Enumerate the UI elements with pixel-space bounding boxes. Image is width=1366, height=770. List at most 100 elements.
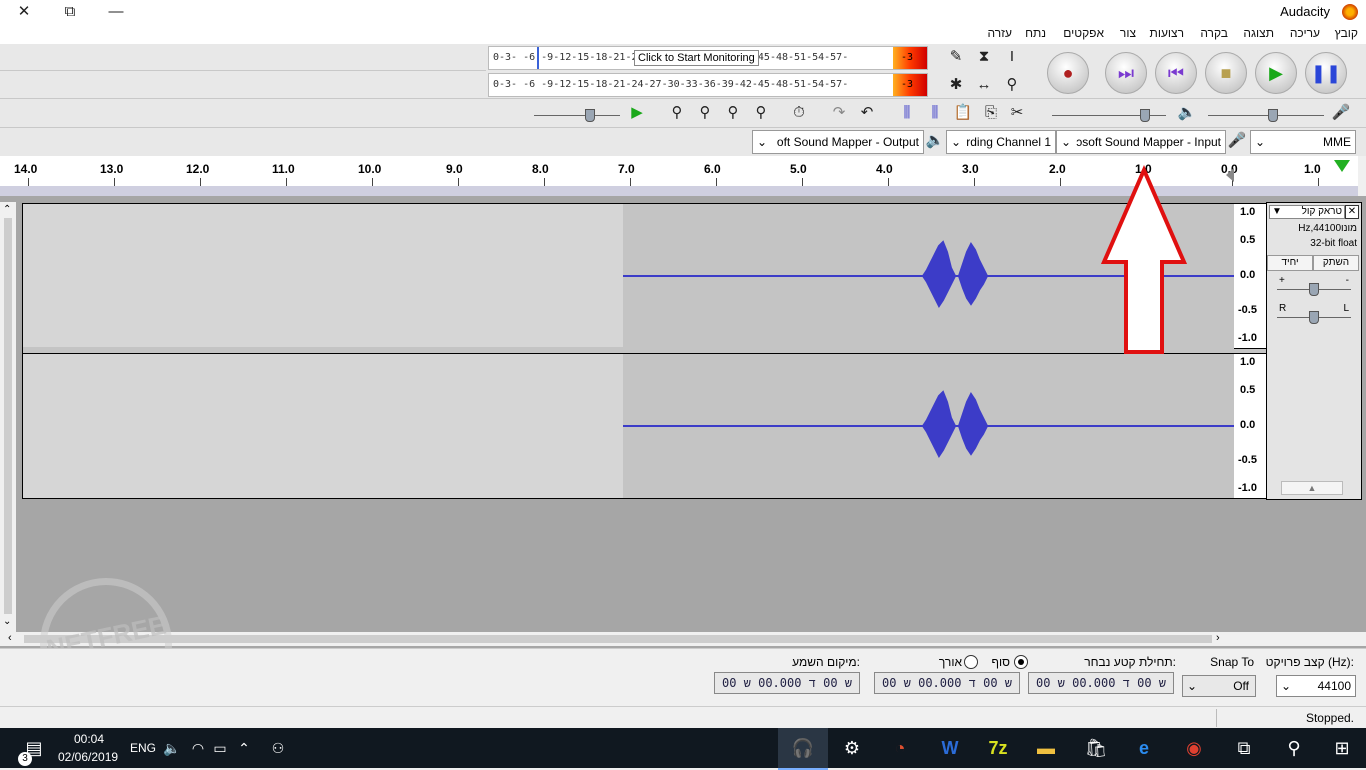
vertical-scroll-thumb[interactable]	[4, 218, 12, 614]
show-hidden-icons-icon[interactable]: ⌃	[230, 734, 258, 762]
menu-file[interactable]: קובץ	[1335, 26, 1358, 40]
length-option-label: אורך	[938, 655, 962, 669]
chrome-icon[interactable]: ◉	[1180, 734, 1208, 762]
close-track-icon[interactable]: ✕	[1345, 205, 1359, 219]
play-button[interactable]: ▶	[1255, 52, 1297, 94]
speaker-icon: 🔈	[925, 132, 945, 149]
fit-project-icon[interactable]: ⚲	[694, 102, 716, 124]
volume-icon[interactable]: 🔈	[158, 734, 186, 762]
solo-button[interactable]: יחיד	[1267, 255, 1313, 271]
silence-audio-icon[interactable]: ⫼	[896, 102, 918, 124]
taskbar-time[interactable]: 00:04	[74, 732, 104, 746]
skip-to-end-button[interactable]: ⏭	[1105, 52, 1147, 94]
recording-volume-slider[interactable]	[1208, 115, 1324, 116]
paste-icon[interactable]: 📋	[952, 102, 974, 124]
menu-help[interactable]: עזרה	[987, 26, 1012, 40]
play-at-speed-icon[interactable]: ▶	[626, 102, 648, 124]
audacity-taskbar-icon[interactable]: 🎧	[789, 734, 817, 762]
menu-generate[interactable]: צור	[1120, 26, 1136, 40]
selection-tool-icon[interactable]: I	[1001, 46, 1023, 68]
channels-select[interactable]: ⌄ rding Channel 1	[946, 130, 1056, 154]
taskbar-date[interactable]: 02/06/2019	[58, 750, 118, 764]
zoom-out-icon[interactable]: ⚲	[722, 102, 744, 124]
minimize-button[interactable]: —	[106, 2, 126, 22]
scroll-up-icon[interactable]: ⌃	[3, 204, 11, 215]
vertical-scrollbar[interactable]: ⌃ ⌄	[0, 202, 16, 632]
scroll-left-icon[interactable]: ‹	[8, 632, 12, 644]
input-language[interactable]: ENG	[130, 741, 156, 755]
pan-thumb[interactable]	[1309, 311, 1319, 324]
close-button[interactable]: ✕	[14, 2, 34, 22]
ruler-label: 13.0	[100, 162, 124, 176]
record-meter-hot-label: -3	[901, 52, 914, 63]
recording-volume-thumb[interactable]	[1268, 109, 1278, 122]
snap-to-select[interactable]: ⌄ Off	[1182, 675, 1256, 697]
play-speed-slider[interactable]	[534, 115, 620, 116]
stop-button[interactable]: ■	[1205, 52, 1247, 94]
settings-icon[interactable]: ⚙	[838, 734, 866, 762]
file-explorer-icon[interactable]: ▬	[1032, 734, 1060, 762]
draw-tool-icon[interactable]: ✎	[945, 46, 967, 68]
selection-start-time[interactable]: 00 ש 00 ד 00.000 ש	[1028, 672, 1174, 694]
playhead-icon[interactable]	[1226, 168, 1234, 182]
windows-start-icon[interactable]: ⊞	[1328, 734, 1356, 762]
store-icon[interactable]: 🛍	[1082, 734, 1110, 762]
menu-transport[interactable]: בקרה	[1200, 26, 1228, 40]
fit-selection-icon[interactable]: ⚲	[666, 102, 688, 124]
undo-icon[interactable]: ↶	[856, 102, 878, 124]
seven-zip-icon[interactable]: 7z	[984, 734, 1012, 762]
scroll-right-icon[interactable]: ›	[1216, 632, 1220, 644]
playback-volume-thumb[interactable]	[1140, 109, 1150, 122]
trim-audio-icon[interactable]: ⫼	[924, 102, 946, 124]
project-rate-select[interactable]: ⌄ 44100	[1276, 675, 1356, 697]
task-view-icon[interactable]: ⧉	[1230, 734, 1258, 762]
redo-icon[interactable]: ↷	[828, 102, 850, 124]
restore-button[interactable]: ⧉	[60, 2, 80, 22]
edge-icon[interactable]: e	[1130, 734, 1158, 762]
multi-tool-icon[interactable]: ✱	[945, 74, 967, 96]
copy-icon[interactable]: ⎘	[980, 102, 1002, 124]
horizontal-scroll-thumb[interactable]	[24, 635, 1212, 643]
length-radio[interactable]	[964, 655, 978, 669]
gain-thumb[interactable]	[1309, 283, 1319, 296]
pause-button[interactable]: ❚❚	[1305, 52, 1347, 94]
zoom-in-icon[interactable]: ⚲	[750, 102, 772, 124]
amplitude-ruler-right[interactable]: 1.0 0.5 0.0 -0.5 -1.0	[1234, 353, 1267, 499]
horizontal-scrollbar[interactable]: ‹ ›	[0, 632, 1366, 646]
end-radio[interactable]	[1014, 655, 1028, 669]
sync-lock-icon[interactable]: ⏱	[788, 102, 810, 124]
menu-effects[interactable]: אפקטים	[1063, 26, 1104, 40]
menu-analyze[interactable]: נתח	[1025, 26, 1046, 40]
output-device-select[interactable]: ⌄ oft Sound Mapper - Output	[752, 130, 924, 154]
zoom-tool-icon[interactable]: ⚲	[1001, 74, 1023, 96]
search-icon[interactable]: ⚲	[1280, 734, 1308, 762]
ruler-tick	[28, 178, 29, 186]
menu-tracks[interactable]: רצועות	[1150, 26, 1184, 40]
time-shift-tool-icon[interactable]: ↔	[973, 74, 995, 96]
audio-position-time[interactable]: 00 ש 00 ד 00.000 ש	[714, 672, 860, 694]
menu-edit[interactable]: עריכה	[1290, 26, 1320, 40]
envelope-tool-icon[interactable]: ⧗	[973, 46, 995, 68]
mute-button[interactable]: השתק	[1313, 255, 1359, 271]
people-icon[interactable]: ⚇	[264, 734, 292, 762]
word-icon[interactable]: W	[936, 734, 964, 762]
playback-meter[interactable]: 0-3- -6 -9-12-15-18-21-24-27-30-33-36-39…	[488, 73, 928, 97]
record-button[interactable]: ●	[1047, 52, 1089, 94]
scroll-down-icon[interactable]: ⌄	[3, 616, 11, 627]
play-speed-thumb[interactable]	[585, 109, 595, 122]
audio-host-select[interactable]: ⌄ MME	[1250, 130, 1356, 154]
pinned-play-head-icon[interactable]	[1334, 160, 1350, 172]
input-device-select[interactable]: ⌄ ɔsoft Sound Mapper - Input	[1056, 130, 1226, 154]
amplitude-ruler-left[interactable]: 1.0 0.5 0.0 -0.5 -1.0	[1234, 203, 1267, 349]
track-name-menu[interactable]: ▼ טראק קול	[1269, 205, 1345, 219]
menu-view[interactable]: תצוגה	[1243, 26, 1274, 40]
ruler-tick	[372, 178, 373, 186]
selection-end-time[interactable]: 00 ש 00 ד 00.000 ש	[874, 672, 1020, 694]
audio-channel-right[interactable]	[22, 353, 1236, 499]
photos-icon[interactable]: ◔	[886, 734, 914, 762]
skip-to-start-button[interactable]: ⏮	[1155, 52, 1197, 94]
cut-icon[interactable]: ✂	[1006, 102, 1028, 124]
collapse-track-icon[interactable]: ▲	[1281, 481, 1343, 495]
title-bar: ✕ ⧉ — Audacity	[0, 0, 1366, 24]
audio-channel-left[interactable]	[22, 203, 1236, 349]
